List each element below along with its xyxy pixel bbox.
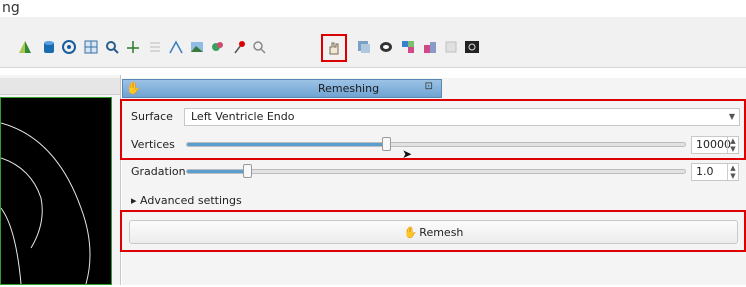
float-icon[interactable]: ⊡ xyxy=(425,81,433,92)
image-viewport[interactable] xyxy=(0,97,112,285)
remesh-hand-icon[interactable] xyxy=(321,34,347,62)
mesh-stack-icon[interactable] xyxy=(354,37,374,57)
gradation-slider-fill xyxy=(187,170,247,173)
spin-arrows-icon[interactable]: ▲ ▼ xyxy=(727,137,738,153)
contour-drawing xyxy=(0,122,91,285)
gradation-slider-handle[interactable] xyxy=(243,164,252,178)
vertices-value: 10000 xyxy=(696,138,731,151)
window-title-fragment: ng xyxy=(2,0,20,16)
main-toolbar xyxy=(0,17,746,68)
target-circle-icon[interactable] xyxy=(59,37,79,57)
gradation-label: Gradation xyxy=(131,165,186,178)
surface-select-value: Left Ventricle Endo xyxy=(191,110,295,123)
lines-icon[interactable] xyxy=(145,37,165,57)
remesh-hand-button-icon: ✋ xyxy=(403,225,418,239)
faded-box-icon[interactable] xyxy=(441,37,461,57)
dock-title: Remeshing xyxy=(317,82,380,95)
brain-icon[interactable] xyxy=(376,37,396,57)
gradation-value: 1.0 xyxy=(696,165,714,178)
vertices-slider[interactable] xyxy=(186,137,686,151)
chevron-down-icon: ▼ xyxy=(728,112,735,121)
vertices-spinbox[interactable]: 10000 ▲ ▼ xyxy=(691,136,739,154)
hand-icon: ✋ xyxy=(126,81,141,95)
zoom-search-icon[interactable] xyxy=(249,37,269,57)
surface-label: Surface xyxy=(131,110,173,123)
blue-cylinder-icon[interactable] xyxy=(39,37,59,57)
mouse-pointer-icon: ➤ xyxy=(402,147,413,161)
advanced-settings-toggle[interactable]: ▸ Advanced settings xyxy=(131,194,242,207)
vertices-slider-fill xyxy=(187,143,386,146)
axis-cross-icon[interactable] xyxy=(123,37,143,57)
landscape-image-icon[interactable] xyxy=(187,37,207,57)
surface-select[interactable]: Left Ventricle Endo ▼ xyxy=(184,108,740,126)
spin-arrows-icon[interactable]: ▲ ▼ xyxy=(727,164,738,180)
paint-splash-icon[interactable] xyxy=(208,37,228,57)
dock-title-bar[interactable]: ✋ Remeshing ⊡ xyxy=(122,79,442,98)
gradation-spinbox[interactable]: 1.0 ▲ ▼ xyxy=(691,163,739,181)
magnifier-icon[interactable] xyxy=(102,37,122,57)
grid-measure-icon[interactable] xyxy=(81,37,101,57)
angle-measure-icon[interactable] xyxy=(166,37,186,57)
vertices-slider-handle[interactable] xyxy=(382,137,391,151)
vertices-label: Vertices xyxy=(131,138,175,151)
red-pin-icon[interactable] xyxy=(229,37,249,57)
remesh-button[interactable]: ✋ Remesh xyxy=(129,220,738,244)
green-yellow-shape-icon[interactable] xyxy=(15,37,35,57)
mesh-pair-icon[interactable] xyxy=(420,37,440,57)
colored-mesh-icon[interactable] xyxy=(398,37,418,57)
remesh-button-label: Remesh xyxy=(419,225,464,239)
gradation-slider[interactable] xyxy=(186,164,686,178)
dark-display-icon[interactable] xyxy=(462,37,482,57)
left-panel-header xyxy=(0,78,120,95)
